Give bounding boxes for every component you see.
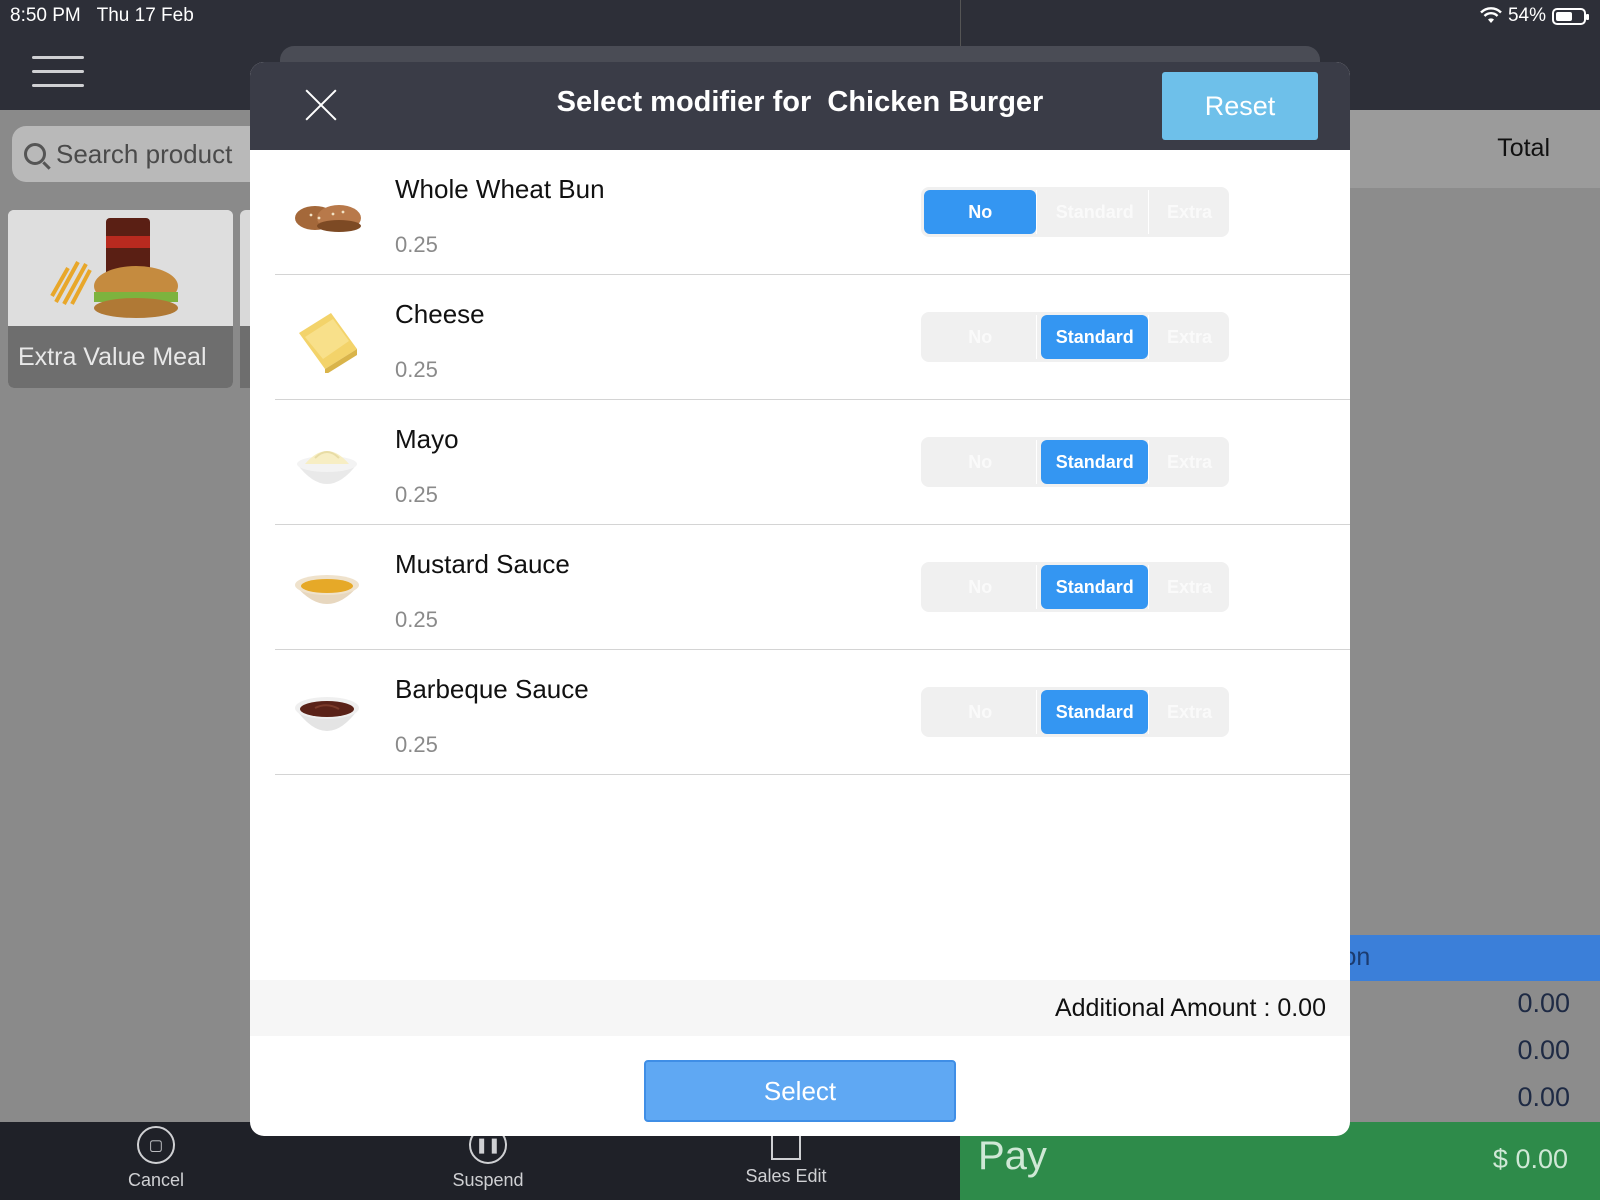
select-button[interactable]: Select	[644, 1060, 956, 1122]
modifier-price: 0.25	[395, 607, 438, 632]
modifier-row: Mustard Sauce 0.25 No Standard Extra	[275, 525, 1350, 650]
option-no[interactable]: No	[924, 190, 1037, 234]
modifier-name: Whole Wheat Bun	[395, 174, 605, 204]
status-indicators: 54%	[1480, 5, 1589, 27]
product-tile-label: Extra Value Meal	[8, 326, 233, 388]
modifier-option-selector: No Standard Extra	[921, 562, 1229, 612]
option-standard[interactable]: Standard	[1041, 190, 1148, 234]
modifier-option-selector: No Standard Extra	[921, 312, 1229, 362]
sales-edit-label: Sales Edit	[745, 1166, 827, 1186]
option-no[interactable]: No	[924, 565, 1036, 609]
modifier-price: 0.25	[395, 232, 438, 257]
modal-header: Select modifier for Chicken Burger Reset	[250, 62, 1350, 150]
option-standard[interactable]: Standard	[1041, 440, 1148, 484]
modifier-row: Cheese 0.25 No Standard Extra	[275, 275, 1350, 400]
pay-label: Pay	[978, 1134, 1047, 1178]
battery-icon	[1552, 7, 1589, 25]
option-extra[interactable]: Extra	[1153, 190, 1226, 234]
modifier-option-selector: No Standard Extra	[921, 437, 1229, 487]
wifi-icon	[1480, 7, 1502, 23]
modifier-option-selector: No Standard Extra	[921, 687, 1229, 737]
pay-amount: $ 0.00	[1492, 1144, 1568, 1174]
modifier-price: 0.25	[395, 482, 438, 507]
option-no[interactable]: No	[924, 440, 1036, 484]
mayo-image	[297, 451, 357, 484]
menu-icon[interactable]	[32, 56, 84, 88]
modifier-price: 0.25	[395, 732, 438, 757]
cancel-label: Cancel	[127, 1170, 185, 1190]
search-icon	[24, 143, 46, 165]
cancel-button[interactable]: ▢ Cancel	[96, 1126, 216, 1191]
status-time-text: 8:50 PM	[10, 5, 81, 26]
option-extra[interactable]: Extra	[1153, 440, 1226, 484]
modifier-name: Mayo	[395, 424, 459, 454]
search-placeholder: Search product	[56, 138, 233, 169]
stop-icon: ▢	[137, 1126, 175, 1164]
summary-value: 0.00	[1517, 988, 1570, 1018]
modifier-option-selector: No Standard Extra	[921, 187, 1229, 237]
bbq-sauce-image	[295, 697, 359, 731]
option-standard[interactable]: Standard	[1041, 315, 1148, 359]
option-standard[interactable]: Standard	[1041, 690, 1148, 734]
option-no[interactable]: No	[924, 690, 1036, 734]
reset-button[interactable]: Reset	[1162, 72, 1318, 140]
modifier-row: Whole Wheat Bun 0.25 No Standard Extra	[275, 150, 1350, 275]
modifier-name: Cheese	[395, 299, 485, 329]
product-tile[interactable]: Extra Value Meal	[8, 210, 233, 388]
additional-amount-bar: Additional Amount : 0.00	[250, 980, 1350, 1036]
mustard-image	[295, 575, 359, 604]
modifier-price: 0.25	[395, 357, 438, 382]
status-time: 8:50 PM Thu 17 Feb	[10, 5, 194, 27]
option-extra[interactable]: Extra	[1153, 565, 1226, 609]
status-date-text: Thu 17 Feb	[96, 5, 194, 26]
cheese-image	[299, 313, 357, 373]
total-column-header: Total	[1497, 134, 1550, 162]
modifier-name: Barbeque Sauce	[395, 674, 589, 704]
modifier-row: Barbeque Sauce 0.25 No Standard Extra	[275, 650, 1350, 775]
option-no[interactable]: No	[924, 315, 1036, 359]
battery-percent: 54%	[1507, 5, 1546, 26]
modifier-modal: Select modifier for Chicken Burger Reset…	[250, 62, 1350, 1136]
meal-image	[8, 210, 233, 326]
summary-value: 0.00	[1517, 1035, 1570, 1065]
suspend-label: Suspend	[452, 1170, 524, 1190]
option-extra[interactable]: Extra	[1153, 690, 1226, 734]
additional-amount: Additional Amount : 0.00	[1054, 994, 1326, 1022]
option-extra[interactable]: Extra	[1153, 315, 1226, 359]
bun-image	[295, 205, 361, 232]
modifier-row: Mayo 0.25 No Standard Extra	[275, 400, 1350, 525]
option-standard[interactable]: Standard	[1041, 565, 1148, 609]
summary-value: 0.00	[1517, 1082, 1570, 1112]
modifier-name: Mustard Sauce	[395, 549, 570, 579]
modifier-list: Whole Wheat Bun 0.25 No Standard Extra C…	[275, 150, 1350, 775]
